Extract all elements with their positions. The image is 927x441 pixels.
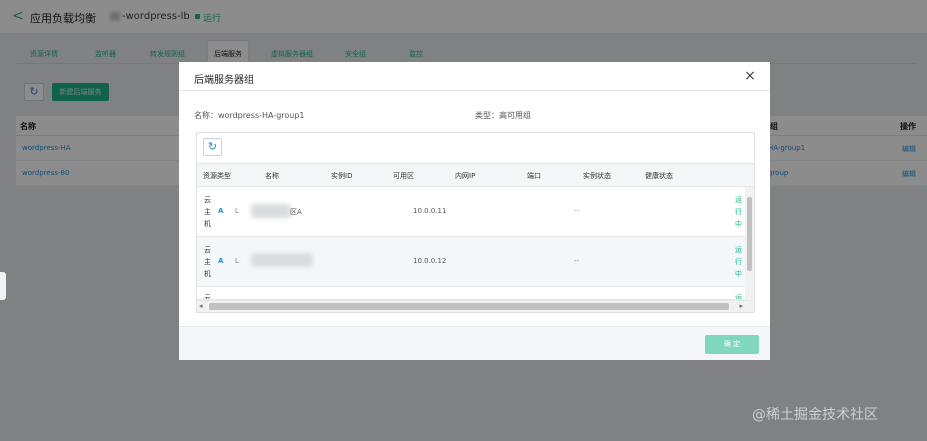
- group-name-label: 名称：wordpress-HA-group1: [194, 111, 305, 120]
- status-char: 运: [735, 294, 742, 300]
- column-header-private-ip: 内网IP: [455, 172, 476, 180]
- status-char: 行: [735, 208, 742, 216]
- scroll-left-icon[interactable]: ◂: [199, 302, 203, 310]
- refresh-icon: ↻: [207, 140, 218, 153]
- table-row: 云 运: [197, 287, 745, 300]
- instance-id-fragment: L: [235, 207, 239, 215]
- resource-type-char: 云: [204, 246, 211, 254]
- resource-type-char: 机: [204, 270, 211, 278]
- server-table-header: 资源类型 名称 实例ID 可用区 内网IP 端口 实例状态 健康状态: [197, 163, 754, 187]
- column-header-name: 名称: [265, 172, 279, 180]
- backend-server-group-dialog: 后端服务器组 × 名称：wordpress-HA-group1 类型：高可用组 …: [179, 62, 770, 360]
- column-header-instance-status: 实例状态: [583, 172, 611, 180]
- confirm-button[interactable]: 确 定: [705, 335, 759, 354]
- dialog-title: 后端服务器组: [194, 75, 254, 86]
- vertical-scroll-thumb[interactable]: [747, 197, 752, 271]
- column-header-health-status: 健康状态: [645, 172, 673, 180]
- table-row: 云 主 机 A L 10.0.0.12 -- 运 行 中: [197, 237, 745, 287]
- resource-type-cell: 云 主 机: [204, 244, 212, 280]
- instance-id-fragment: L: [235, 257, 239, 265]
- instance-status-cell: 运: [735, 292, 743, 300]
- status-char: 中: [735, 270, 742, 278]
- side-handle[interactable]: [0, 272, 6, 300]
- zone-cell: 区A: [290, 208, 302, 216]
- table-row: 云 主 机 A L 区A 10.0.0.11 -- 运 行 中: [197, 187, 745, 237]
- redacted-instance-id: [251, 253, 313, 267]
- instance-status-cell: 运 行 中: [735, 244, 743, 280]
- horizontal-scrollbar[interactable]: ◂ ▸: [197, 300, 754, 312]
- column-header-resource-type: 资源类型: [203, 172, 231, 180]
- redacted-instance-id: [251, 204, 291, 218]
- scroll-right-icon[interactable]: ▸: [739, 302, 743, 310]
- resource-type-cell: 云: [204, 292, 212, 300]
- resource-type-char: 云: [204, 196, 211, 204]
- dialog-header: 后端服务器组 ×: [179, 62, 770, 91]
- column-header-instance-id: 实例ID: [331, 172, 353, 180]
- resource-type-char: 云: [204, 294, 211, 300]
- instance-status-cell: 运 行 中: [735, 194, 743, 230]
- resource-type-cell: 云 主 机: [204, 194, 212, 230]
- column-header-port: 端口: [527, 172, 541, 180]
- status-char: 运: [735, 196, 742, 204]
- dialog-footer: 确 定: [179, 326, 770, 360]
- status-char: 行: [735, 258, 742, 266]
- status-char: 运: [735, 246, 742, 254]
- column-header-zone: 可用区: [393, 172, 414, 180]
- name-link[interactable]: A: [218, 207, 223, 215]
- resource-type-char: 主: [204, 208, 211, 216]
- port-cell: --: [574, 257, 580, 265]
- status-char: 中: [735, 220, 742, 228]
- private-ip-cell: 10.0.0.12: [413, 257, 447, 265]
- close-icon[interactable]: ×: [742, 67, 758, 85]
- table-refresh-button[interactable]: ↻: [203, 138, 222, 156]
- watermark: @稀土掘金技术社区: [752, 407, 878, 423]
- horizontal-scroll-thumb[interactable]: [209, 303, 729, 310]
- resource-type-char: 机: [204, 220, 211, 228]
- resource-type-char: 主: [204, 258, 211, 266]
- vertical-scrollbar[interactable]: [745, 187, 754, 300]
- server-table-container: ↻ 资源类型 名称 实例ID 可用区 内网IP 端口 实例状态 健康状态 云 主…: [196, 132, 755, 313]
- group-type-label: 类型：高可用组: [475, 111, 531, 120]
- name-link[interactable]: A: [218, 257, 223, 265]
- port-cell: --: [574, 207, 580, 215]
- private-ip-cell: 10.0.0.11: [413, 207, 447, 215]
